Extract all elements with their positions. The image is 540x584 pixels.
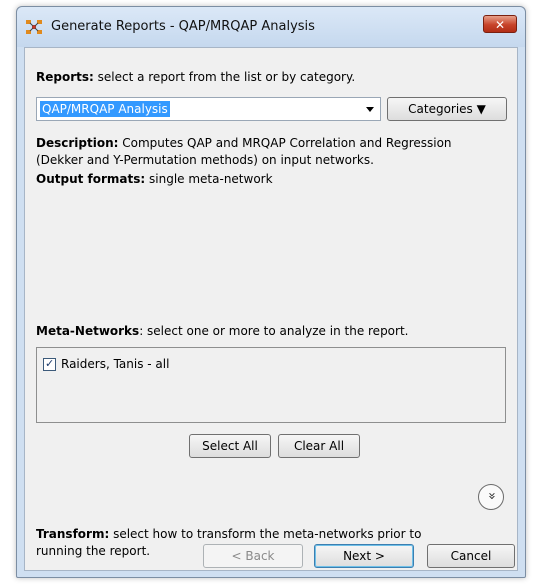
description-text-line1: Computes QAP and MRQAP Correlation and R… — [118, 136, 452, 150]
network-app-icon — [26, 20, 42, 34]
title-bar[interactable]: Generate Reports - QAP/MRQAP Analysis ✕ — [17, 7, 525, 47]
select-all-button[interactable]: Select All — [189, 434, 271, 458]
list-item[interactable]: ✓ Raiders, Tanis - all — [37, 348, 505, 376]
output-formats-label: Output formats: — [36, 172, 146, 186]
close-button[interactable]: ✕ — [483, 15, 517, 33]
reports-label: Reports: select a report from the list o… — [36, 70, 355, 84]
reports-label-text: select a report from the list or by cate… — [93, 70, 356, 84]
transform-label-bold: Transform: — [36, 527, 110, 541]
meta-network-checkbox[interactable]: ✓ — [43, 357, 56, 371]
next-button[interactable]: Next > — [314, 544, 414, 568]
chevron-down-icon[interactable] — [366, 107, 374, 112]
report-select-value: QAP/MRQAP Analysis — [40, 101, 170, 117]
close-icon: ✕ — [494, 18, 506, 32]
meta-networks-label-text: : select one or more to analyze in the r… — [139, 324, 409, 338]
meta-network-label: Raiders, Tanis - all — [61, 357, 170, 371]
output-formats-text: single meta-network — [145, 172, 273, 186]
meta-networks-label: Meta-Networks: select one or more to ana… — [36, 324, 408, 338]
description-label: Description: — [36, 136, 119, 150]
report-description: Description: Computes QAP and MRQAP Corr… — [36, 136, 452, 186]
window-title: Generate Reports - QAP/MRQAP Analysis — [51, 19, 315, 34]
meta-networks-list: ✓ Raiders, Tanis - all — [36, 347, 506, 423]
reports-label-bold: Reports: — [36, 70, 94, 84]
categories-button[interactable]: Categories ▼ — [387, 97, 507, 121]
clear-all-button[interactable]: Clear All — [278, 434, 360, 458]
double-chevron-down-icon[interactable]: » — [478, 484, 504, 510]
transform-label-text-line1: select how to transform the meta-network… — [109, 527, 422, 541]
report-select[interactable]: QAP/MRQAP Analysis — [36, 97, 381, 121]
expand-glyph: » — [484, 492, 499, 500]
dialog-content: Reports: select a report from the list o… — [24, 47, 518, 571]
meta-networks-label-bold: Meta-Networks — [36, 324, 140, 338]
generate-reports-dialog: Generate Reports - QAP/MRQAP Analysis ✕ … — [16, 6, 526, 578]
cancel-button[interactable]: Cancel — [427, 544, 515, 568]
back-button[interactable]: < Back — [203, 544, 303, 568]
description-text-line2: (Dekker and Y-Permutation methods) on in… — [36, 153, 374, 167]
checkmark-icon: ✓ — [45, 357, 55, 370]
